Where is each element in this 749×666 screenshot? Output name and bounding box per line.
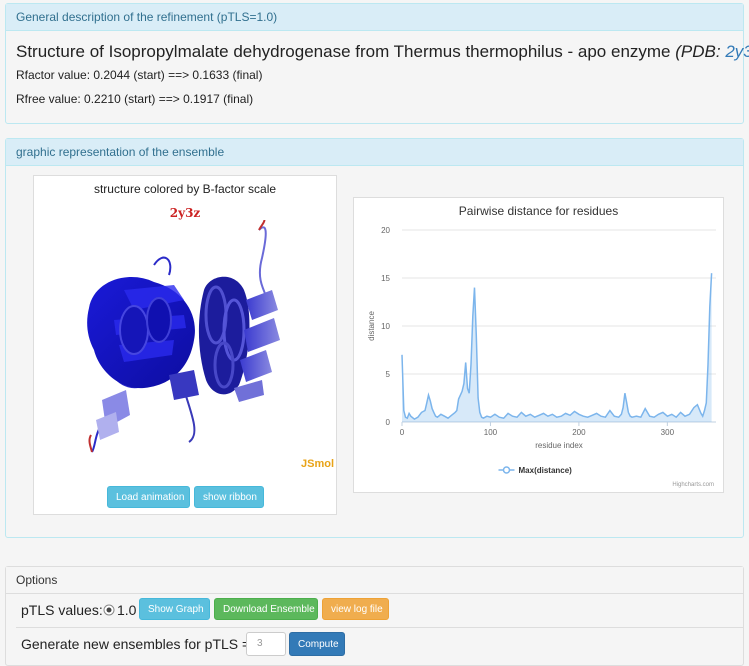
options-panel-heading: Options <box>6 567 743 594</box>
refinement-panel-heading: General description of the refinement (p… <box>6 4 743 31</box>
chart-title: Pairwise distance for residues <box>459 204 618 218</box>
rfactor-value: Rfactor value: 0.2044 (start) ==> 0.1633… <box>16 68 263 82</box>
y-tick-label: 10 <box>381 322 390 331</box>
x-axis-label: residue index <box>535 441 583 450</box>
options-panel: Options pTLS values: 1.0 Show Graph Down… <box>5 566 744 666</box>
protein-structure-render[interactable] <box>34 220 336 460</box>
y-tick-label: 20 <box>381 226 390 235</box>
chart-credits: Highcharts.com <box>672 482 714 488</box>
jsmol-brand: JSmol <box>300 458 334 470</box>
series-area <box>402 273 712 422</box>
jsmol-viewer[interactable]: structure colored by B-factor scale 2y3z <box>33 175 337 515</box>
x-tick-label: 200 <box>572 428 586 437</box>
x-tick-label: 100 <box>484 428 498 437</box>
ptls-input[interactable]: 3 <box>246 632 286 656</box>
view-log-file-button[interactable]: view log file <box>322 598 389 620</box>
pdb-link[interactable]: 2y3z <box>725 42 749 61</box>
x-tick-label: 300 <box>661 428 675 437</box>
distance-chart-svg: Pairwise distance for residues051015200 1… <box>367 204 716 488</box>
pdb-reference: (PDB: 2y3z) <box>675 42 749 61</box>
generate-ensembles-label: Generate new ensembles for pTLS = <box>21 636 251 652</box>
pdb-prefix: (PDB: <box>675 42 726 61</box>
distance-chart: Pairwise distance for residues 0 5 10 15 20 0 1… <box>353 197 724 493</box>
jsmol-pdb-label: 2y3z <box>169 206 201 220</box>
graphic-panel: graphic representation of the ensemble s… <box>5 138 744 538</box>
options-divider <box>16 627 743 628</box>
structure-title: Structure of Isopropylmalate dehydrogena… <box>16 42 749 62</box>
y-tick-label: 15 <box>381 274 390 283</box>
structure-title-text: Structure of Isopropylmalate dehydrogena… <box>16 42 671 61</box>
series-line <box>401 273 713 420</box>
ptls-radio[interactable] <box>103 604 115 616</box>
load-animation-button[interactable]: Load animation <box>107 486 190 508</box>
rfree-value: Rfree value: 0.2210 (start) ==> 0.1917 (… <box>16 92 254 106</box>
legend-marker <box>502 466 511 474</box>
graphic-panel-heading: graphic representation of the ensemble <box>6 139 743 166</box>
show-graph-button[interactable]: Show Graph <box>139 598 210 620</box>
download-ensemble-button[interactable]: Download Ensemble <box>214 598 318 620</box>
compute-button[interactable]: Compute <box>289 632 345 656</box>
legend-label: Max(distance) <box>519 466 573 475</box>
show-ribbon-button[interactable]: show ribbon <box>194 486 264 508</box>
ptls-value: 1.0 <box>117 602 137 618</box>
y-axis-label: distance <box>367 311 376 341</box>
y-tick-label: 0 <box>386 418 391 427</box>
x-tick-label: 0 <box>400 428 405 437</box>
jsmol-caption: structure colored by B-factor scale <box>93 182 277 196</box>
y-tick-label: 5 <box>386 370 391 379</box>
ptls-values-label: pTLS values: <box>21 602 103 618</box>
refinement-panel: General description of the refinement (p… <box>5 3 749 124</box>
